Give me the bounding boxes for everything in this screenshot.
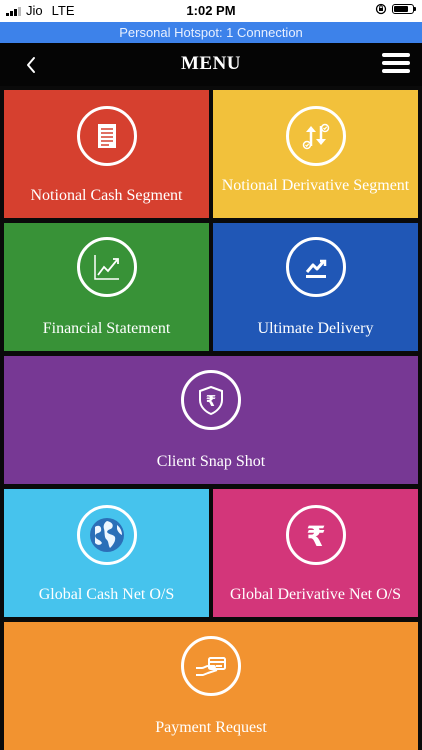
- tile-label: Notional Cash Segment: [30, 187, 183, 204]
- hotspot-banner[interactable]: Personal Hotspot: 1 Connection: [0, 22, 422, 43]
- icon-circle: ₹: [285, 505, 346, 565]
- tile-global-derivative-net-os[interactable]: ₹ Global Derivative Net O/S: [213, 489, 418, 617]
- hamburger-menu-button[interactable]: [382, 51, 410, 75]
- icon-circle: [285, 106, 346, 166]
- tile-label: Ultimate Delivery: [257, 320, 374, 337]
- icon-circle: ₹: [181, 370, 241, 430]
- trend-icon: [305, 259, 326, 278]
- hamburger-line: [382, 61, 410, 65]
- tile-ultimate-delivery[interactable]: Ultimate Delivery: [213, 223, 418, 351]
- tile-label: Client Snap Shot: [156, 453, 266, 470]
- tile-label: Notional Derivative Segment: [221, 177, 410, 194]
- document-icon: [97, 124, 116, 148]
- icon-circle: [76, 106, 137, 166]
- tile-payment-request[interactable]: Payment Request: [4, 622, 418, 750]
- icon-circle: [76, 237, 137, 297]
- hand-card-icon: [196, 657, 226, 676]
- icon-circle: [181, 636, 241, 696]
- tile-label: Global Cash Net O/S: [38, 586, 175, 603]
- battery-icon: [392, 4, 416, 14]
- globe-icon: [89, 518, 124, 552]
- orientation-lock-icon: [375, 3, 387, 15]
- updown-arrows-icon: [302, 123, 329, 150]
- tile-label: Financial Statement: [42, 320, 171, 337]
- svg-text:₹: ₹: [306, 520, 325, 551]
- icon-circle: [76, 505, 137, 565]
- rupee-icon: ₹: [306, 520, 325, 551]
- icon-circle: [285, 237, 346, 297]
- status-right: [375, 3, 416, 15]
- tile-client-snap-shot[interactable]: ₹ Client Snap Shot: [4, 356, 418, 484]
- status-bar: Jio LTE 1:02 PM: [0, 0, 422, 22]
- hamburger-line: [382, 53, 410, 57]
- svg-text:₹: ₹: [206, 392, 216, 410]
- hamburger-line: [382, 69, 410, 73]
- line-chart-icon: [93, 255, 119, 280]
- page-title: MENU: [180, 53, 242, 74]
- tile-notional-cash-segment[interactable]: Notional Cash Segment: [4, 90, 209, 218]
- tile-label: Global Derivative Net O/S: [229, 586, 402, 603]
- menu-grid: Notional Cash Segment Notional Derivativ…: [0, 86, 422, 750]
- tile-label: Payment Request: [155, 719, 267, 736]
- tile-financial-statement[interactable]: Financial Statement: [4, 223, 209, 351]
- nav-bar: MENU: [0, 43, 422, 86]
- tile-notional-derivative-segment[interactable]: Notional Derivative Segment: [213, 90, 418, 218]
- status-time: 1:02 PM: [186, 3, 236, 18]
- rupee-shield-icon: ₹: [199, 385, 223, 416]
- tile-global-cash-net-os[interactable]: Global Cash Net O/S: [4, 489, 209, 617]
